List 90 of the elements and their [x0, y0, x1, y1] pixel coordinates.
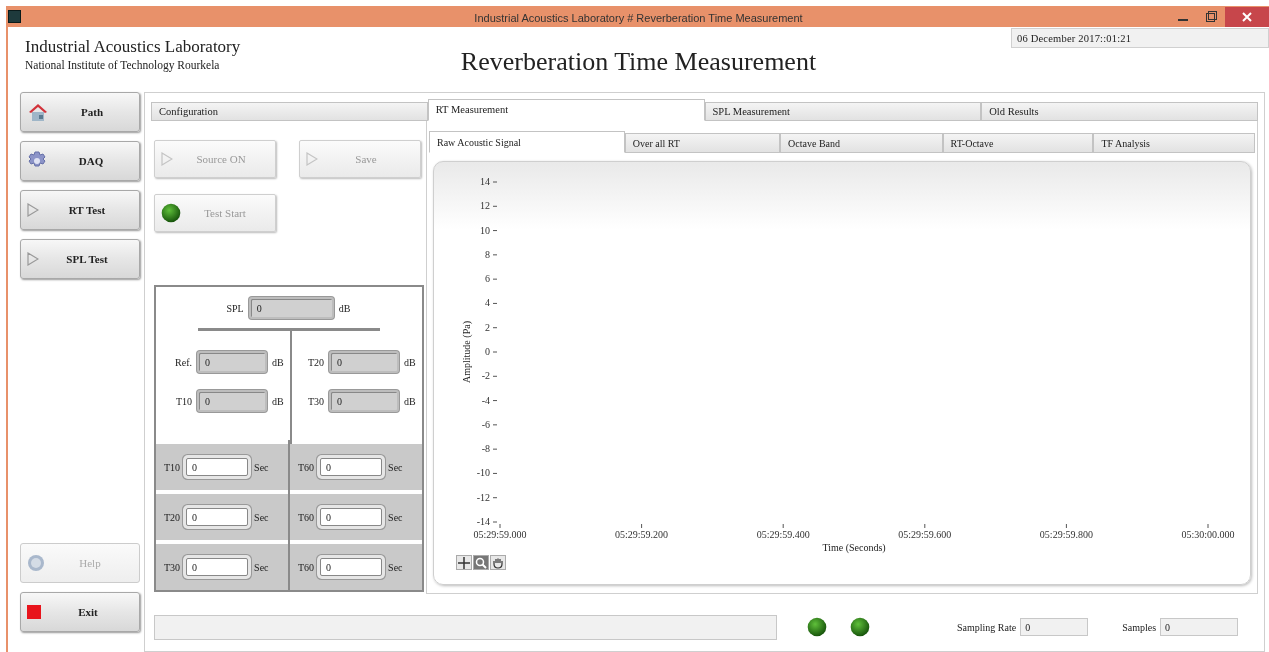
field-label: Ref.: [174, 355, 192, 370]
readout-field: 0: [329, 390, 399, 412]
sidebar-button[interactable]: DAQ: [20, 141, 140, 181]
close-icon: [1242, 11, 1252, 22]
plot-tool-button[interactable]: [490, 555, 506, 570]
axis-tick-label: 12: [480, 200, 490, 212]
unit-label: dB: [272, 394, 284, 409]
axis-tick-label: -10: [476, 467, 490, 479]
plot-tool-button[interactable]: [473, 555, 489, 570]
axis-tick-label: -14: [476, 516, 490, 527]
readout-field: 0: [197, 390, 267, 412]
plot-tool-button[interactable]: [456, 555, 472, 570]
hand-icon: [492, 556, 504, 569]
axis-tick-label: 0: [485, 346, 490, 357]
axis-tick-label: -8: [481, 443, 490, 455]
field-label: T60: [298, 460, 315, 475]
close-button[interactable]: [1225, 6, 1269, 27]
axis-tick-label: 05:29:59.200: [615, 529, 669, 540]
stop-icon: [27, 605, 41, 619]
date-time-display: 06 December 2017::01:21: [1011, 28, 1269, 48]
tab[interactable]: Octave Band: [780, 133, 943, 153]
axis-title: Amplitude (Pa): [461, 321, 472, 383]
readout-field: 0: [1020, 618, 1089, 636]
minimize-icon: [1178, 19, 1188, 21]
field-label: T10: [164, 460, 181, 475]
play-icon: [161, 152, 173, 166]
unit-label: dB: [404, 355, 416, 370]
unit-label: dB: [338, 301, 351, 316]
unit-label: Sec: [388, 510, 403, 525]
field-label: T20: [306, 355, 324, 370]
axis-tick-label: 05:29:59.000: [473, 529, 527, 540]
tab[interactable]: Old Results: [981, 102, 1258, 121]
axis-tick-label: 4: [485, 297, 490, 309]
axis-title: Time (Seconds): [822, 542, 886, 553]
field-label: T60: [298, 510, 315, 525]
field-label: T20: [164, 510, 181, 525]
unit-label: Sec: [388, 460, 403, 475]
axis-tick-label: -2: [481, 370, 490, 382]
sidebar-button[interactable]: Exit: [20, 592, 140, 632]
unit-label: Sec: [388, 560, 403, 575]
field-label: T30: [164, 560, 181, 575]
tab[interactable]: TF Analysis: [1093, 133, 1255, 153]
unit-label: Sec: [254, 460, 269, 475]
app-icon: [8, 10, 21, 23]
sidebar-button[interactable]: RT Test: [20, 190, 140, 230]
axis-tick-label: 6: [485, 273, 490, 285]
tab[interactable]: SPL Measurement: [704, 102, 982, 121]
sidebar-button[interactable]: SPL Test: [20, 239, 140, 279]
unit-label: Sec: [254, 560, 269, 575]
field-label: Samples: [1122, 620, 1157, 635]
readout-field: 0: [1160, 618, 1239, 636]
axis-tick-label: 2: [485, 321, 490, 333]
window-title: Industrial Acoustics Laboratory # Reverberation Time Measurement: [474, 11, 803, 26]
axis-tick-label: 10: [480, 224, 490, 236]
readout-field: 0: [248, 297, 334, 319]
axis-tick-label: 05:29:59.400: [756, 529, 810, 540]
axis-tick-label: -12: [476, 491, 490, 503]
tab[interactable]: RT-Octave: [942, 133, 1094, 153]
field-label: SPL: [225, 301, 244, 316]
tab[interactable]: RT Measurement: [427, 99, 705, 121]
magnifier-icon: [475, 556, 487, 569]
axis-tick-label: 8: [485, 248, 490, 260]
axis-tick-label: 14: [480, 176, 490, 187]
axis-tick-label: 05:29:59.800: [1039, 529, 1093, 540]
unit-label: dB: [404, 394, 416, 409]
readout-field: 0: [197, 351, 267, 373]
unit-label: Sec: [254, 510, 269, 525]
sidebar-button[interactable]: Path: [20, 92, 140, 132]
lab-name: Industrial Acoustics Laboratory: [25, 37, 242, 57]
help-icon: [27, 554, 45, 572]
crosshair-icon: [458, 556, 470, 569]
readout-field: 0: [329, 351, 399, 373]
unit-label: dB: [272, 355, 284, 370]
home-icon: [27, 102, 49, 122]
field-label: Sampling Rate: [957, 620, 1017, 635]
axis-tick-label: 05:30:00.000: [1181, 529, 1235, 540]
tab[interactable]: Raw Acoustic Signal: [429, 131, 625, 153]
maximize-icon: [1205, 11, 1217, 22]
tab[interactable]: Configuration: [151, 102, 428, 121]
play-icon: [27, 203, 39, 217]
axis-tick-label: -4: [481, 394, 490, 406]
play-icon: [306, 152, 318, 166]
field-label: T10: [174, 394, 192, 409]
play-icon: [27, 252, 39, 266]
axis-tick-label: 05:29:59.600: [898, 529, 952, 540]
tab[interactable]: Over all RT: [624, 133, 781, 153]
field-label: T60: [298, 560, 315, 575]
field-label: T30: [306, 394, 324, 409]
page-title: Reverberation Time Measurement: [460, 46, 817, 78]
axis-tick-label: -6: [481, 418, 490, 430]
